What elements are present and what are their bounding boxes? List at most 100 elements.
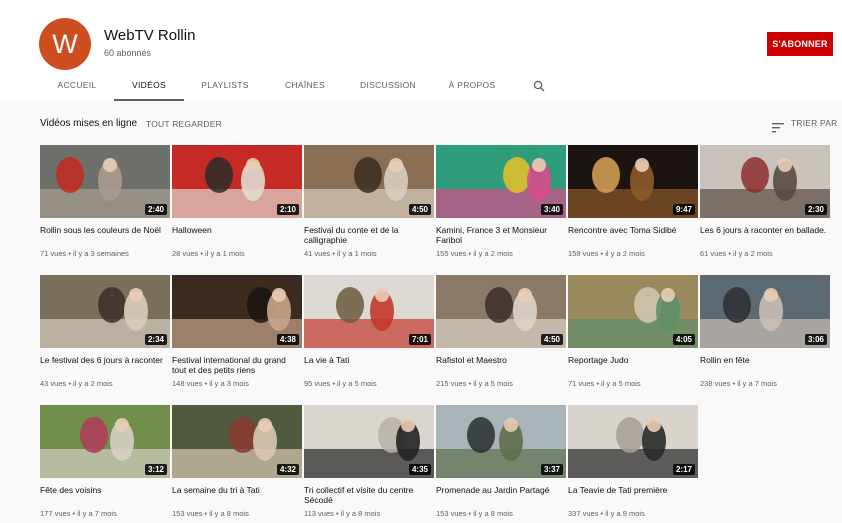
video-meta: 177 vues • il y a 7 mois bbox=[40, 509, 117, 518]
video-card[interactable]: 4:32 La semaine du tri à Tati 153 vues • i… bbox=[172, 405, 302, 518]
channel-header: W WebTV Rollin 60 abonnés S'ABONNER ACCU… bbox=[0, 0, 842, 101]
video-title[interactable]: Rollin en fête bbox=[700, 355, 830, 375]
tab-a-propos[interactable]: À PROPOS bbox=[436, 72, 508, 101]
video-title[interactable]: Tri collectif et visite du centre Sécodé bbox=[304, 485, 434, 505]
video-card[interactable]: 7:01 La vie à Tati 95 vues • il y a 5 mois bbox=[304, 275, 434, 388]
video-meta: 71 vues • il y a 3 semaines bbox=[40, 249, 129, 258]
videos-section: Vidéos mises en ligne TOUT REGARDER TRIE… bbox=[0, 101, 842, 523]
video-card[interactable]: 2:34 Le festival des 6 jours à raconter 43… bbox=[40, 275, 170, 388]
video-thumbnail[interactable]: 9:47 bbox=[568, 145, 698, 218]
video-duration: 2:10 bbox=[276, 204, 299, 215]
tab-videos[interactable]: VIDÉOS bbox=[114, 72, 184, 101]
video-thumbnail[interactable]: 4:50 bbox=[436, 275, 566, 348]
video-thumbnail[interactable]: 4:50 bbox=[304, 145, 434, 218]
video-card[interactable]: 2:10 Halloween 28 vues • il y a 1 mois bbox=[172, 145, 302, 258]
video-title[interactable]: Promenade au Jardin Partagé bbox=[436, 485, 566, 505]
video-card[interactable]: 2:40 Rollin sous les couleurs de Noël 71 v… bbox=[40, 145, 170, 258]
video-meta: 215 vues • il y a 5 mois bbox=[436, 379, 513, 388]
video-duration: 4:50 bbox=[408, 204, 431, 215]
sort-label: TRIER PAR bbox=[791, 118, 838, 128]
video-title[interactable]: Rencontre avec Toma Sidibé bbox=[568, 225, 698, 245]
sort-icon bbox=[772, 120, 784, 133]
video-card[interactable]: 4:50 Rafistol et Maestro 215 vues • il y a… bbox=[436, 275, 566, 388]
tab-playlists[interactable]: PLAYLISTS bbox=[186, 72, 264, 101]
video-card[interactable]: 2:17 La Teavie de Tati première 337 vues •… bbox=[568, 405, 698, 518]
video-title[interactable]: La Teavie de Tati première bbox=[568, 485, 698, 505]
video-card[interactable]: 4:38 Festival international du grand tout… bbox=[172, 275, 302, 388]
video-duration: 4:05 bbox=[672, 334, 695, 345]
video-thumbnail[interactable]: 3:12 bbox=[40, 405, 170, 478]
video-card[interactable]: 2:30 Les 6 jours à raconter en ballade. 61… bbox=[700, 145, 830, 258]
video-duration: 2:17 bbox=[672, 464, 695, 475]
video-card[interactable]: 3:12 Fête des voisins 177 vues • il y a 7 … bbox=[40, 405, 170, 518]
video-meta: 113 vues • il y a 8 mois bbox=[304, 509, 381, 518]
video-duration: 4:32 bbox=[276, 464, 299, 475]
video-meta: 238 vues • il y a 7 mois bbox=[700, 379, 777, 388]
video-thumbnail[interactable]: 2:40 bbox=[40, 145, 170, 218]
video-title[interactable]: Festival du conte et de la calligraphie bbox=[304, 225, 434, 245]
video-meta: 148 vues • il y a 3 mois bbox=[172, 379, 249, 388]
video-meta: 155 vues • il y a 2 mois bbox=[436, 249, 513, 258]
video-thumbnail[interactable]: 2:10 bbox=[172, 145, 302, 218]
video-duration: 3:06 bbox=[804, 334, 827, 345]
video-card[interactable]: 4:35 Tri collectif et visite du centre Sé… bbox=[304, 405, 434, 518]
video-card[interactable]: 3:40 Kamini, France 3 et Monsieur Faribol… bbox=[436, 145, 566, 258]
section-title: Vidéos mises en ligne bbox=[40, 118, 138, 129]
video-thumbnail[interactable]: 4:35 bbox=[304, 405, 434, 478]
video-meta: 158 vues • il y a 2 mois bbox=[568, 249, 645, 258]
video-duration: 3:12 bbox=[144, 464, 167, 475]
video-card[interactable]: 4:50 Festival du conte et de la calligrap… bbox=[304, 145, 434, 258]
video-thumbnail[interactable]: 4:32 bbox=[172, 405, 302, 478]
video-meta: 28 vues • il y a 1 mois bbox=[172, 249, 245, 258]
video-duration: 2:34 bbox=[144, 334, 167, 345]
video-duration: 4:38 bbox=[276, 334, 299, 345]
video-title[interactable]: Le festival des 6 jours à raconter bbox=[40, 355, 170, 375]
video-thumbnail[interactable]: 2:34 bbox=[40, 275, 170, 348]
video-title[interactable]: Reportage Judo bbox=[568, 355, 698, 375]
video-duration: 9:47 bbox=[672, 204, 695, 215]
video-meta: 41 vues • il y a 1 mois bbox=[304, 249, 377, 258]
video-thumbnail[interactable]: 2:30 bbox=[700, 145, 830, 218]
video-thumbnail[interactable]: 3:06 bbox=[700, 275, 830, 348]
video-meta: 95 vues • il y a 5 mois bbox=[304, 379, 377, 388]
channel-avatar[interactable]: W bbox=[39, 18, 91, 70]
tab-discussion[interactable]: DISCUSSION bbox=[349, 72, 427, 101]
video-thumbnail[interactable]: 3:37 bbox=[436, 405, 566, 478]
video-card[interactable]: 3:06 Rollin en fête 238 vues • il y a 7 mo… bbox=[700, 275, 830, 388]
video-thumbnail[interactable]: 4:38 bbox=[172, 275, 302, 348]
video-card[interactable]: 3:37 Promenade au Jardin Partagé 153 vues … bbox=[436, 405, 566, 518]
video-meta: 71 vues • il y a 5 mois bbox=[568, 379, 641, 388]
play-all-link[interactable]: TOUT REGARDER bbox=[146, 119, 222, 129]
video-duration: 3:40 bbox=[540, 204, 563, 215]
channel-name: WebTV Rollin bbox=[104, 27, 196, 44]
video-title[interactable]: Rafistol et Maestro bbox=[436, 355, 566, 375]
video-duration: 4:50 bbox=[540, 334, 563, 345]
video-thumbnail[interactable]: 4:05 bbox=[568, 275, 698, 348]
search-icon[interactable] bbox=[533, 79, 545, 92]
subscriber-count: 60 abonnés bbox=[104, 48, 152, 58]
video-meta: 153 vues • il y a 8 mois bbox=[436, 509, 513, 518]
video-meta: 337 vues • il y a 9 mois bbox=[568, 509, 645, 518]
video-duration: 7:01 bbox=[408, 334, 431, 345]
video-meta: 153 vues • il y a 8 mois bbox=[172, 509, 249, 518]
video-duration: 3:37 bbox=[540, 464, 563, 475]
video-duration: 2:40 bbox=[144, 204, 167, 215]
video-duration: 4:35 bbox=[408, 464, 431, 475]
tab-accueil[interactable]: ACCUEIL bbox=[40, 72, 114, 101]
subscribe-button[interactable]: S'ABONNER bbox=[767, 32, 833, 56]
video-title[interactable]: Les 6 jours à raconter en ballade. bbox=[700, 225, 830, 245]
video-title[interactable]: La semaine du tri à Tati bbox=[172, 485, 302, 505]
video-title[interactable]: Kamini, France 3 et Monsieur Faribol bbox=[436, 225, 566, 245]
video-card[interactable]: 4:05 Reportage Judo 71 vues • il y a 5 moi… bbox=[568, 275, 698, 388]
video-thumbnail[interactable]: 3:40 bbox=[436, 145, 566, 218]
tab-chaines[interactable]: CHAÎNES bbox=[267, 72, 343, 101]
video-title[interactable]: Festival international du grand tout et … bbox=[172, 355, 302, 375]
video-title[interactable]: Halloween bbox=[172, 225, 302, 245]
video-title[interactable]: Fête des voisins bbox=[40, 485, 170, 505]
video-thumbnail[interactable]: 7:01 bbox=[304, 275, 434, 348]
video-title[interactable]: Rollin sous les couleurs de Noël bbox=[40, 225, 170, 245]
video-card[interactable]: 9:47 Rencontre avec Toma Sidibé 158 vues •… bbox=[568, 145, 698, 258]
video-thumbnail[interactable]: 2:17 bbox=[568, 405, 698, 478]
video-title[interactable]: La vie à Tati bbox=[304, 355, 434, 375]
video-meta: 61 vues • il y a 2 mois bbox=[700, 249, 773, 258]
